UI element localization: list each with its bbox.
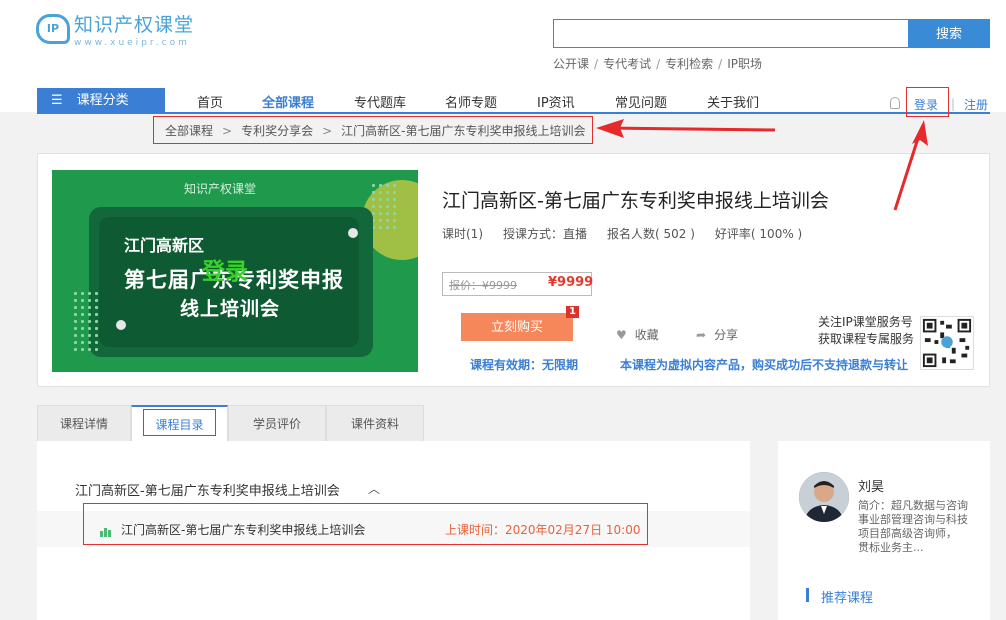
course-validity: 课程有效期：无限期 — [470, 358, 579, 372]
favorite-label: 收藏 — [634, 328, 659, 342]
follow-service-text-2: 获取课程专属服务 — [818, 332, 915, 346]
meta-rating: 好评率( 100% ) — [714, 227, 803, 241]
nav-all-courses[interactable]: 全部课程 — [262, 92, 314, 111]
breadcrumb-highlight-box — [153, 116, 593, 144]
cover-logo: 知识产权课堂 — [184, 182, 257, 196]
tab-materials[interactable]: 课件资料 — [326, 405, 424, 441]
quick-link-exam[interactable]: 专代考试 — [603, 57, 651, 71]
cover-dot — [348, 228, 358, 238]
course-category-label: 课程分类 — [76, 93, 129, 108]
course-cover-image[interactable]: 知识产权课堂 江门高新区 第七届广东专利奖申报 线上培训会 登录 — [52, 170, 418, 372]
share-button[interactable]: ➦ 分享 — [696, 326, 738, 343]
quick-links: 公开课 / 专代考试 / 专利检索 / IP职场 — [553, 57, 762, 71]
meta-mode: 授课方式：直播 — [503, 227, 588, 241]
chevron-up-icon[interactable]: ︿ — [368, 480, 380, 497]
chapter-title[interactable]: 江门高新区-第七届广东专利奖申报线上培训会 — [75, 480, 340, 499]
menu-icon: ☰ — [51, 93, 63, 108]
recommended-courses-title: 推荐课程 — [821, 591, 874, 606]
cover-login-overlay: 登录 — [202, 259, 248, 285]
cover-dots — [370, 182, 398, 232]
heart-icon: ♥ — [616, 328, 627, 342]
course-meta: 课时(1) 授课方式：直播 报名人数( 502 ) 好评率( 100% ) — [442, 225, 822, 242]
share-label: 分享 — [714, 328, 739, 342]
quick-link-open-class[interactable]: 公开课 — [553, 57, 589, 71]
tab-course-details[interactable]: 课程详情 — [37, 405, 131, 441]
teacher-avatar[interactable] — [799, 472, 849, 522]
cover-line-3: 线上培训会 — [180, 298, 281, 320]
course-category-button[interactable]: ☰ 课程分类 — [37, 88, 165, 114]
annotation-arrows — [596, 119, 928, 211]
cart-badge: 1 — [566, 306, 579, 318]
share-icon: ➦ — [696, 328, 707, 342]
site-logo[interactable]: IP 知识产权课堂 www.xueipr.com — [36, 14, 194, 48]
cover-line-1: 江门高新区 — [124, 236, 205, 255]
lesson-highlight-box — [83, 503, 648, 545]
current-price: ¥9999 — [548, 275, 594, 290]
search-input[interactable] — [553, 19, 910, 48]
search-button[interactable]: 搜索 — [908, 19, 990, 48]
logo-url: www.xueipr.com — [74, 38, 190, 48]
teacher-intro: 简介：超凡数据与咨询事业部管理咨询与科技项目部高级咨询师， 贯标业务主... — [858, 499, 968, 554]
quick-link-patent-search[interactable]: 专利检索 — [665, 57, 713, 71]
quick-link-ip-career[interactable]: IP职场 — [727, 57, 762, 71]
nav-separator: | — [951, 97, 956, 111]
recommend-bar — [806, 588, 809, 602]
teacher-name: 刘昊 — [858, 480, 885, 495]
buy-now-button[interactable]: 立刻购买 — [461, 313, 573, 341]
qr-code-icon — [920, 316, 974, 370]
refund-notice: 本课程为虚拟内容产品，购买成功后不支持退款与转让 — [620, 358, 909, 372]
follow-service-text: 关注IP课堂服务号 — [818, 315, 913, 329]
cover-dot — [116, 320, 126, 330]
catalog-tab-highlight-box — [143, 409, 216, 436]
favorite-button[interactable]: ♥ 收藏 — [616, 326, 659, 343]
nav-home[interactable]: 首页 — [197, 92, 223, 111]
meta-lessons: 课时(1) — [442, 227, 483, 241]
register-link[interactable]: 注册 — [964, 96, 988, 113]
meta-enrolled: 报名人数( 502 ) — [607, 227, 695, 241]
tab-reviews[interactable]: 学员评价 — [228, 405, 326, 441]
nav-teachers[interactable]: 名师专题 — [445, 92, 497, 111]
nav-ip-news[interactable]: IP资讯 — [537, 92, 575, 111]
nav-question-bank[interactable]: 专代题库 — [354, 92, 406, 111]
logo-mark: IP — [36, 14, 70, 44]
logo-title: 知识产权课堂 — [74, 14, 195, 36]
original-price: 报价：¥9999 — [449, 279, 517, 292]
cover-dots — [72, 290, 100, 354]
